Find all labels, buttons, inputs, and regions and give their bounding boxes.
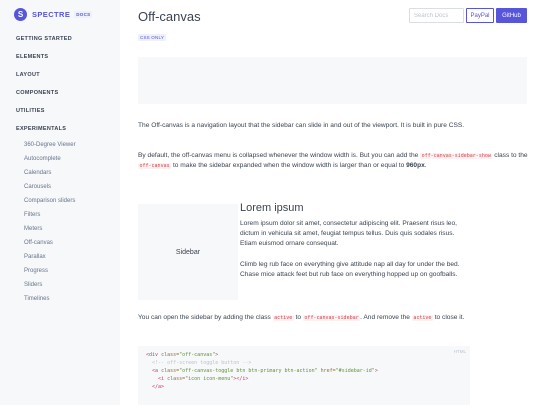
code-line: <a class="off-canvas-toggle btn btn-prim… [146, 367, 462, 375]
nav-section-experimentals[interactable]: EXPERIMENTALS [16, 126, 66, 132]
code-token: class= [161, 352, 180, 358]
default-text-3: to make the sidebar expanded when the wi… [172, 162, 405, 169]
nav-item-360-degree-viewer[interactable]: 360-Degree Viewer [24, 142, 76, 148]
default-text-2: class to the [494, 152, 528, 159]
nav-section-getting-started[interactable]: GETTING STARTED [16, 36, 72, 42]
nav-item-autocomplete[interactable]: Autocomplete [24, 156, 61, 162]
code-token: "icon icon-menu" [185, 376, 234, 382]
brand[interactable]: S SPECTRE DOCS [14, 8, 93, 21]
code-line: <i class="icon icon-menu"></i> [146, 375, 462, 383]
ad-placeholder [138, 57, 527, 104]
spectre-logo-icon: S [14, 8, 27, 21]
code-token: > [374, 368, 378, 374]
code-active: active [272, 315, 294, 321]
nav-section-components[interactable]: COMPONENTS [16, 90, 58, 96]
nav-item-parallax[interactable]: Parallax [24, 254, 46, 260]
demo-sidebar: Sidebar [138, 204, 238, 300]
nav-item-progress[interactable]: Progress [24, 268, 48, 274]
default-paragraph: By default, the off-canvas menu is colla… [138, 151, 528, 171]
open-paragraph: You can open the sidebar by adding the c… [138, 313, 528, 323]
code-token: "#sidebar-id" [335, 368, 375, 374]
open-text-1: You can open the sidebar by adding the c… [138, 314, 271, 321]
css-only-badge: CSS ONLY [138, 34, 167, 41]
open-text-4: to close it. [434, 314, 465, 321]
code-off-canvas-sidebar-show: off-canvas-sidebar-show [420, 153, 493, 159]
code-token: <i [146, 376, 168, 382]
demo-paragraph-2: Climb leg rub face on everything give at… [240, 261, 460, 278]
code-line: <!-- off-screen toggle button --> [146, 360, 252, 366]
open-text-3: . And remove the [360, 314, 410, 321]
nav-item-sliders[interactable]: Sliders [24, 282, 42, 288]
demo-heading: Lorem ipsum [240, 202, 304, 214]
code-language-label: HTML [453, 349, 466, 354]
code-token: class= [167, 376, 186, 382]
nav-item-carousels[interactable]: Carousels [24, 184, 51, 190]
open-text-2: to [295, 314, 302, 321]
docs-sidebar: S SPECTRE DOCS GETTING STARTED ELEMENTS … [0, 0, 120, 405]
github-button[interactable]: GitHub [496, 8, 527, 23]
code-block: HTML <div class="off-canvas"> <!-- off-s… [138, 346, 470, 405]
default-bold-width: 960px [406, 162, 425, 169]
code-token: <div [146, 352, 162, 358]
code-off-canvas-sidebar: off-canvas-sidebar [302, 315, 361, 321]
default-text-1: By default, the off-canvas menu is colla… [138, 152, 419, 159]
code-off-canvas: off-canvas [138, 163, 172, 169]
nav-section-utilities[interactable]: UTILITIES [16, 108, 45, 114]
nav-item-timelines[interactable]: Timelines [24, 296, 49, 302]
code-token: "off-canvas" [179, 352, 216, 358]
nav-item-calendars[interactable]: Calendars [24, 170, 51, 176]
code-token: <a [146, 368, 162, 374]
nav-item-off-canvas[interactable]: Off-canvas [24, 240, 53, 246]
search-input[interactable] [409, 8, 464, 23]
code-token: ></i> [233, 376, 249, 382]
nav-section-elements[interactable]: ELEMENTS [16, 54, 48, 60]
nav-item-meters[interactable]: Meters [24, 226, 42, 232]
code-line: <div class="off-canvas"> [146, 351, 462, 359]
nav-section-layout[interactable]: LAYOUT [16, 72, 40, 78]
code-line: </a> [146, 384, 165, 390]
nav-item-filters[interactable]: Filters [24, 212, 40, 218]
code-token: > [215, 352, 219, 358]
code-token: "off-canvas-toggle btn btn-primary btn-a… [179, 368, 318, 374]
brand-name: SPECTRE [32, 10, 71, 19]
paypal-button[interactable]: PayPal [466, 8, 494, 23]
code-token: href= [317, 368, 336, 374]
page-title: Off-canvas [138, 9, 201, 24]
default-text-4: . [424, 162, 427, 169]
code-token: class= [161, 368, 180, 374]
nav-item-comparison-sliders[interactable]: Comparison sliders [24, 198, 75, 204]
demo-paragraph-1: Lorem ipsum dolor sit amet, consectetur … [240, 220, 457, 247]
code-active-2: active [411, 315, 433, 321]
docs-badge: DOCS [74, 11, 93, 18]
intro-paragraph: The Off-canvas is a navigation layout th… [138, 122, 465, 129]
